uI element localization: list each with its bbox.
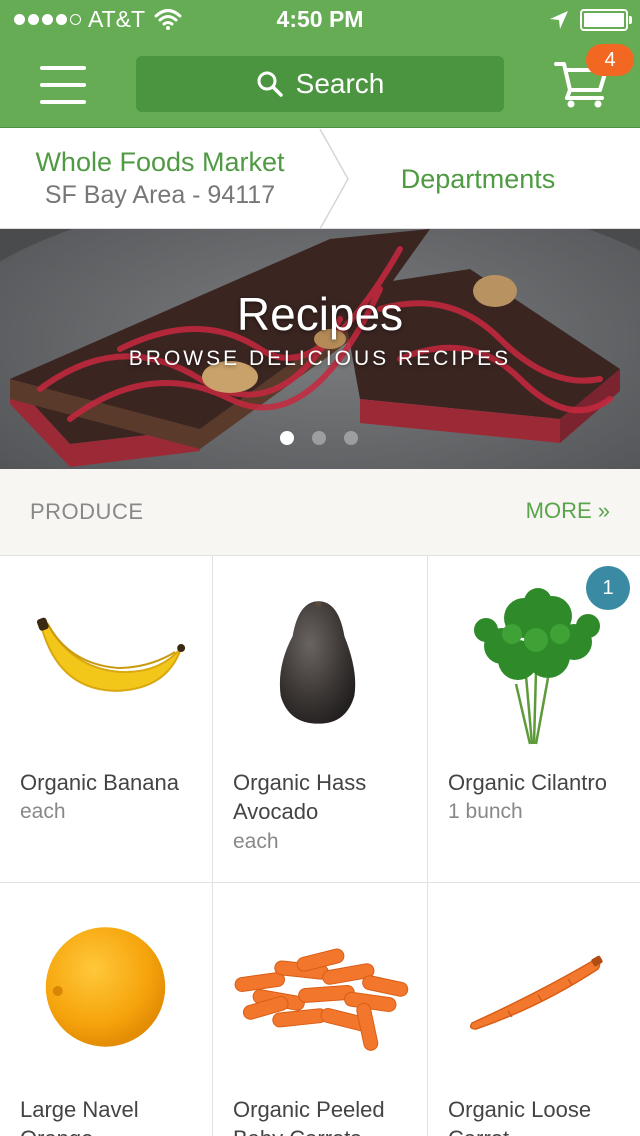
product-card-loose-carrot[interactable]: Organic Loose Carrot <box>428 883 640 1136</box>
store-bar: Whole Foods Market SF Bay Area - 94117 D… <box>0 129 640 229</box>
carrot-image <box>469 955 603 1030</box>
cart-count-badge: 4 <box>586 44 634 76</box>
product-name: Organic Cilantro <box>448 770 607 795</box>
app-header: Search 4 <box>0 40 640 128</box>
search-button[interactable]: Search <box>136 56 504 112</box>
search-label: Search <box>295 68 385 99</box>
banana-image <box>36 617 186 692</box>
product-name: Large Navel Orange <box>20 1097 139 1136</box>
orange-image <box>45 927 166 1047</box>
carousel-page-indicator[interactable] <box>280 431 358 445</box>
carousel-dot[interactable] <box>280 431 294 445</box>
product-card-baby-carrots[interactable]: Organic Peeled Baby Carrots <box>213 883 428 1136</box>
product-unit: each <box>20 800 66 823</box>
search-icon <box>257 71 283 97</box>
product-name: Organic Banana <box>20 770 179 795</box>
product-card-cilantro[interactable]: 1 Organic Cilantro 1 bunch <box>428 556 640 883</box>
battery-icon <box>580 9 628 31</box>
clock: 4:50 PM <box>276 6 364 32</box>
product-unit: 1 bunch <box>448 800 523 823</box>
status-bar: AT&T 4:50 PM <box>0 0 640 40</box>
banner-subtitle: BROWSE DELICIOUS RECIPES <box>128 347 512 370</box>
product-name: Organic Peeled Baby Carrots <box>233 1097 385 1136</box>
section-title: PRODUCE <box>30 499 144 524</box>
product-name: Organic Hass Avocado <box>233 770 367 824</box>
produce-section-header: PRODUCE MORE » <box>0 469 640 556</box>
product-card-banana[interactable]: Organic Banana each <box>0 556 213 883</box>
baby-carrots-image <box>234 948 409 1051</box>
battery-tip <box>629 16 632 24</box>
store-area: SF Bay Area - 94117 <box>44 181 276 209</box>
cart-quantity-badge: 1 <box>586 566 630 610</box>
product-name: Organic Loose Carrot <box>448 1097 592 1136</box>
product-card-avocado[interactable]: Organic Hass Avocado each <box>213 556 428 883</box>
store-selector[interactable]: Whole Foods Market SF Bay Area - 94117 <box>0 129 320 229</box>
store-name: Whole Foods Market <box>35 147 285 177</box>
avocado-image <box>279 601 356 724</box>
banner-title: Recipes <box>236 288 404 340</box>
location-arrow-icon <box>550 11 568 29</box>
carousel-dot[interactable] <box>344 431 358 445</box>
product-card-orange[interactable]: Large Navel Orange <box>0 883 213 1136</box>
hamburger-menu-icon[interactable] <box>40 66 86 104</box>
carousel-dot[interactable] <box>312 431 326 445</box>
more-link[interactable]: MORE » <box>526 498 610 524</box>
recipes-banner[interactable]: Recipes BROWSE DELICIOUS RECIPES <box>0 229 640 469</box>
product-unit: each <box>233 830 279 853</box>
departments-button[interactable]: Departments <box>340 129 616 229</box>
